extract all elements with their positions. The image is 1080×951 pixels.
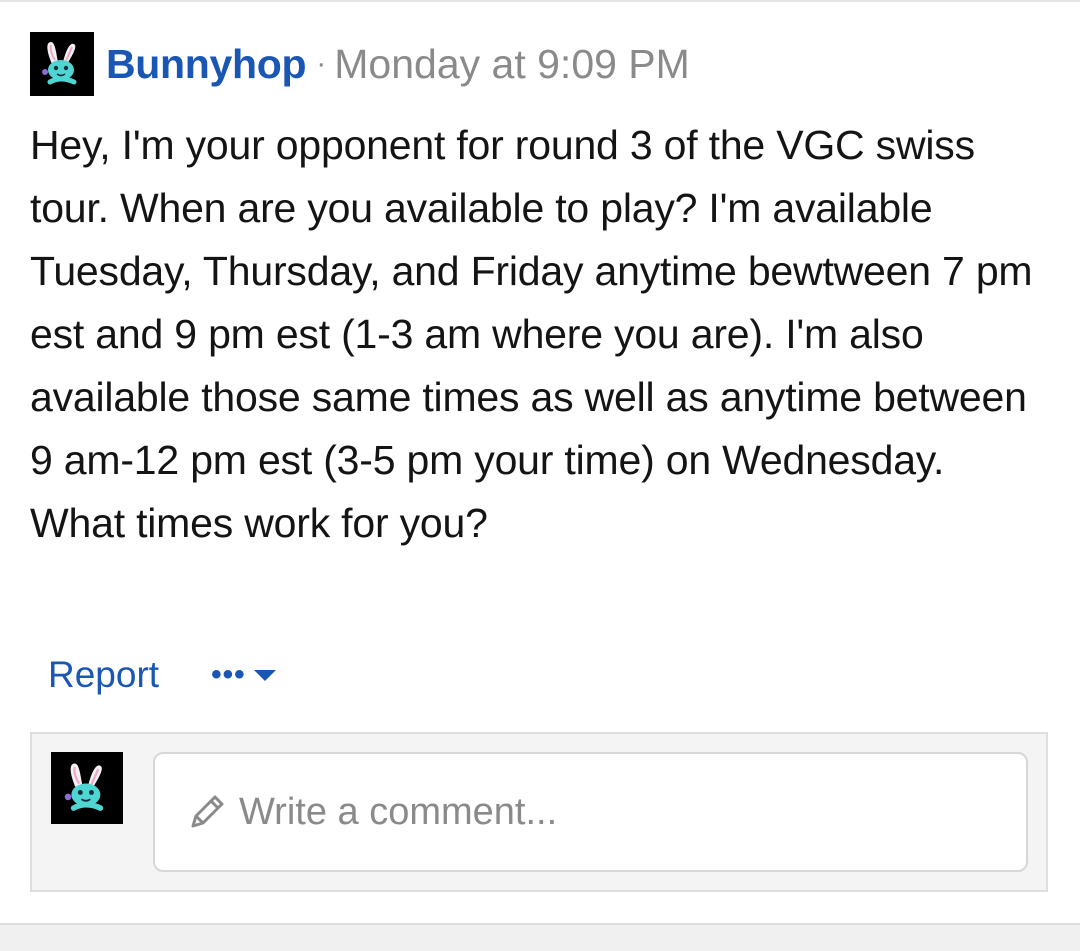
page: Bunnyhop · Monday at 9:09 PM Hey, I'm yo… [0,0,1080,951]
post-header: Bunnyhop · Monday at 9:09 PM [30,32,1050,96]
bunny-avatar-icon [42,42,77,85]
bottom-divider [0,923,1080,951]
post-actions: Report ••• [48,650,278,700]
author-avatar[interactable] [30,32,94,96]
bunny-avatar-icon [64,763,104,811]
commenter-avatar [51,752,123,824]
comment-input[interactable]: Write a comment... [153,752,1028,872]
post-message: Hey, I'm your opponent for round 3 of th… [30,122,1033,546]
comment-box: Write a comment... [30,732,1048,892]
comment-placeholder: Write a comment... [239,790,558,833]
more-options-icon: ••• [211,658,246,691]
post-timestamp[interactable]: Monday at 9:09 PM [334,41,690,88]
more-options-button[interactable]: ••• [211,660,278,690]
profile-post: Bunnyhop · Monday at 9:09 PM Hey, I'm yo… [30,32,1050,892]
header-separator: · [316,47,327,80]
report-link[interactable]: Report [48,654,159,696]
pencil-icon [191,795,224,828]
author-name-link[interactable]: Bunnyhop [106,41,307,88]
chevron-down-icon [253,670,276,681]
